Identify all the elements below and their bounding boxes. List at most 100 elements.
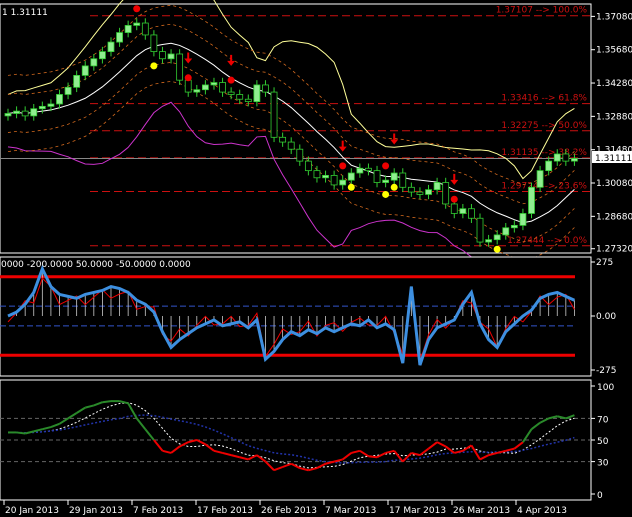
candle-body [47, 103, 55, 107]
candle-body [468, 208, 475, 219]
candle-body [450, 203, 458, 214]
rsi-segment [102, 400, 112, 404]
candle-body [270, 91, 278, 138]
red-dot-marker [184, 74, 192, 82]
price-tick-label: 1.37080 [596, 12, 632, 22]
candle-body [90, 58, 98, 67]
candle-body [244, 98, 252, 103]
candle-body [64, 86, 72, 95]
cci-tick-label: 275 [596, 258, 613, 268]
candle-body [433, 182, 441, 191]
time-tick-label: 20 Jan 2013 [5, 506, 59, 516]
trading-chart[interactable]: 1.37107 --> 100.0% 1.33416 --> 61.8% 1.322… [0, 0, 632, 517]
candle-body [124, 25, 132, 33]
time-tick-label: 26 Feb 2013 [261, 506, 317, 516]
candle-body [459, 208, 467, 214]
candle-body [502, 227, 510, 236]
yellow-dot-marker [493, 245, 501, 253]
red-dot-marker [382, 162, 390, 170]
candle-body [279, 136, 287, 143]
fib-level-label: 1.37107 --> 100.0% [496, 6, 588, 16]
fib-level-label: 1.32275 --> 50.0% [501, 121, 587, 131]
candle-body [133, 22, 141, 26]
yellow-dot-marker [382, 190, 390, 198]
candle-body [356, 167, 364, 174]
rsi-tick-label: 70 [597, 415, 609, 425]
candle-body [519, 213, 527, 226]
cci-panel: 0000 -200.0000 50.0000 -50.0000 0.0000 2… [0, 256, 616, 377]
candle-body [425, 189, 432, 195]
candle-body [56, 94, 63, 105]
candle-body [382, 179, 390, 183]
cci-levels-label: 0000 -200.0000 50.0000 -50.0000 0.0000 [1, 260, 191, 270]
candle-body [38, 105, 46, 110]
price-tick-label: 1.28680 [596, 212, 632, 222]
candle-body [365, 167, 372, 172]
candle-body [210, 82, 218, 86]
candle-body [227, 91, 235, 95]
candle-body [304, 160, 312, 172]
price-title: 1 1.31111 [2, 8, 48, 18]
rsi-segment [368, 455, 378, 459]
candle-body [528, 186, 535, 214]
candle-body [81, 65, 89, 76]
candle-body [193, 89, 201, 93]
candle-body [116, 32, 123, 43]
rsi-panel: 100 70 50 30 0 [0, 379, 614, 501]
candle-body [21, 110, 29, 117]
candle-body [159, 51, 166, 60]
time-tick-label: 29 Jan 2013 [69, 506, 123, 516]
price-tick-label: 1.27320 [596, 245, 632, 255]
time-tick-label: 26 Mar 2013 [453, 506, 510, 516]
candle-body [545, 160, 553, 172]
candle-body [416, 191, 424, 195]
candle-body [510, 224, 518, 229]
red-dot-marker [227, 76, 235, 84]
candle-body [219, 82, 226, 93]
candle-body [339, 179, 347, 186]
time-axis: 20 Jan 2013 29 Jan 2013 7 Feb 2013 17 Feb 2… [3, 500, 567, 516]
time-tick-label: 7 Mar 2013 [325, 506, 376, 516]
candle-body [99, 51, 106, 60]
time-tick-label: 17 Mar 2013 [389, 506, 446, 516]
candle-body [167, 53, 175, 60]
yellow-dot-marker [347, 183, 355, 191]
candle-body [296, 148, 304, 162]
candle-body [562, 153, 570, 162]
rsi-tick-label: 0 [597, 491, 603, 501]
candle-body [184, 79, 192, 93]
cci-panel-frame [0, 256, 592, 377]
candle-body [442, 182, 450, 205]
candle-body [330, 174, 338, 186]
candle-body [287, 141, 295, 150]
candle-body [253, 84, 261, 103]
candle-body [373, 170, 381, 183]
current-price-label: 1.31111 [595, 154, 632, 164]
candle-body [13, 110, 20, 114]
price-tick-label: 1.34280 [596, 79, 632, 89]
cci-tick-label: 0.00 [596, 312, 616, 322]
time-tick-label: 7 Feb 2013 [133, 506, 183, 516]
candle-body [407, 186, 415, 193]
candle-body [399, 172, 407, 188]
candle-body [201, 84, 209, 91]
candle-body [4, 113, 12, 117]
rsi-segment [16, 431, 26, 435]
candle-body [536, 170, 544, 188]
yellow-dot-marker [390, 183, 398, 191]
time-tick-label: 17 Feb 2013 [197, 506, 253, 516]
candle-body [176, 53, 184, 81]
red-dot-marker [133, 5, 141, 13]
price-tick-label: 1.30080 [596, 179, 632, 189]
candle-body [485, 239, 492, 243]
candle-body [476, 217, 484, 243]
candle-body [73, 75, 81, 88]
time-tick-label: 4 Apr 2013 [517, 506, 567, 516]
candle-body [571, 158, 578, 162]
rsi-tick-label: 30 [597, 459, 609, 469]
candle-body [322, 174, 329, 179]
candle-body [107, 41, 115, 53]
price-tick-label: 1.32880 [596, 112, 632, 122]
red-dot-marker [450, 195, 458, 203]
red-dot-marker [339, 162, 347, 170]
